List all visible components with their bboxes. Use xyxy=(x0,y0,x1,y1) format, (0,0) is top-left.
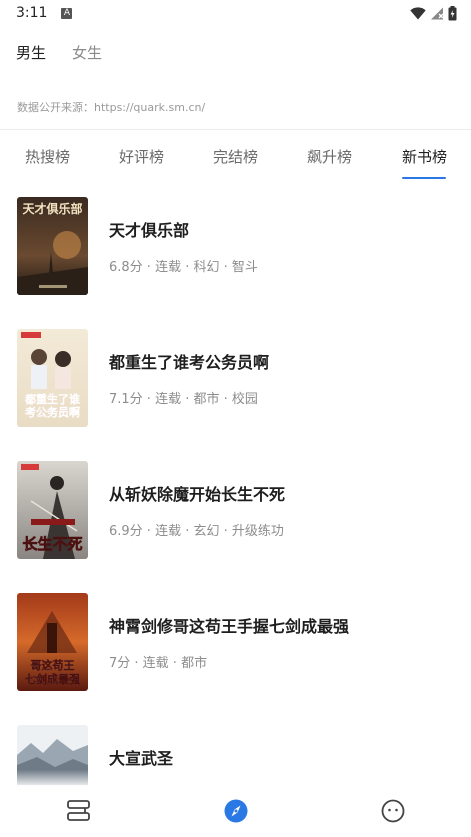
book-title: 都重生了谁考公务员啊 xyxy=(109,353,270,372)
compass-icon xyxy=(224,799,248,823)
divider xyxy=(0,129,471,130)
notification-icon: A xyxy=(61,7,73,19)
data-source-note: 数据公开来源：https://quark.sm.cn/ xyxy=(17,101,206,114)
book-meta: 7分 · 连载 · 都市 xyxy=(109,656,208,671)
wifi-icon xyxy=(410,6,426,20)
svg-text:哥这苟王: 哥这苟王 xyxy=(31,658,75,672)
signal-icon xyxy=(431,7,444,19)
book-meta: 7.1分 · 连载 · 都市 · 校园 xyxy=(109,392,258,407)
gender-tabs: 男生 女生 xyxy=(16,42,102,63)
ranking-tabs: 热搜榜 好评榜 完结榜 飙升榜 新书榜 xyxy=(0,140,471,182)
book-cover: 长生不死 xyxy=(17,461,88,559)
book-cover: 都重生了谁 考公务员啊 xyxy=(17,329,88,427)
status-time: 3:11 xyxy=(16,5,48,21)
status-left: 3:11 A xyxy=(16,5,73,21)
book-item[interactable]: 天才俱乐部 天才俱乐部 6.8分 · 连载 · 科幻 · 智斗 xyxy=(0,197,471,297)
tab-completed[interactable]: 完结榜 xyxy=(213,146,258,167)
nav-discover[interactable] xyxy=(223,798,249,824)
list-fade xyxy=(0,770,471,788)
tab-new-books[interactable]: 新书榜 xyxy=(402,146,447,167)
tab-female[interactable]: 女生 xyxy=(72,42,102,63)
book-meta: 6.9分 · 连载 · 玄幻 · 升级练功 xyxy=(109,524,284,539)
tab-male[interactable]: 男生 xyxy=(16,42,46,63)
book-item[interactable]: 长生不死 从斩妖除魔开始长生不死 6.9分 · 连载 · 玄幻 · 升级练功 xyxy=(0,461,471,561)
book-meta: 6.8分 · 连载 · 科幻 · 智斗 xyxy=(109,260,258,275)
bookshelf-icon xyxy=(67,800,90,821)
svg-text:天才俱乐部: 天才俱乐部 xyxy=(22,201,82,216)
book-title: 大宣武圣 xyxy=(109,749,174,768)
book-title: 神霄剑修哥这苟王手握七剑成最强 xyxy=(109,617,350,636)
book-title: 从斩妖除魔开始长生不死 xyxy=(109,485,286,504)
tab-top-rated[interactable]: 好评榜 xyxy=(119,146,164,167)
nav-profile[interactable] xyxy=(380,798,406,824)
smiley-icon xyxy=(381,799,405,823)
battery-icon xyxy=(448,5,457,20)
svg-text:长生不死: 长生不死 xyxy=(22,535,82,553)
bottom-nav xyxy=(0,787,471,837)
book-cover: 哥这苟王 七剑成最强 xyxy=(17,593,88,691)
active-tab-indicator xyxy=(402,177,446,179)
book-item[interactable]: 都重生了谁 考公务员啊 都重生了谁考公务员啊 7.1分 · 连载 · 都市 · … xyxy=(0,329,471,429)
status-icons xyxy=(410,5,457,21)
svg-text:考公务员啊: 考公务员啊 xyxy=(25,405,80,419)
book-item[interactable]: 哥这苟王 七剑成最强 神霄剑修哥这苟王手握七剑成最强 7分 · 连载 · 都市 xyxy=(0,593,471,693)
svg-text:七剑成最强: 七剑成最强 xyxy=(25,672,80,686)
tab-rising[interactable]: 飙升榜 xyxy=(307,146,352,167)
status-bar: 3:11 A xyxy=(0,0,471,26)
book-title: 天才俱乐部 xyxy=(109,221,190,240)
svg-text:都重生了谁: 都重生了谁 xyxy=(24,392,80,406)
tab-hot-search[interactable]: 热搜榜 xyxy=(25,146,70,167)
book-cover: 天才俱乐部 xyxy=(17,197,88,295)
nav-bookshelf[interactable] xyxy=(66,798,92,824)
